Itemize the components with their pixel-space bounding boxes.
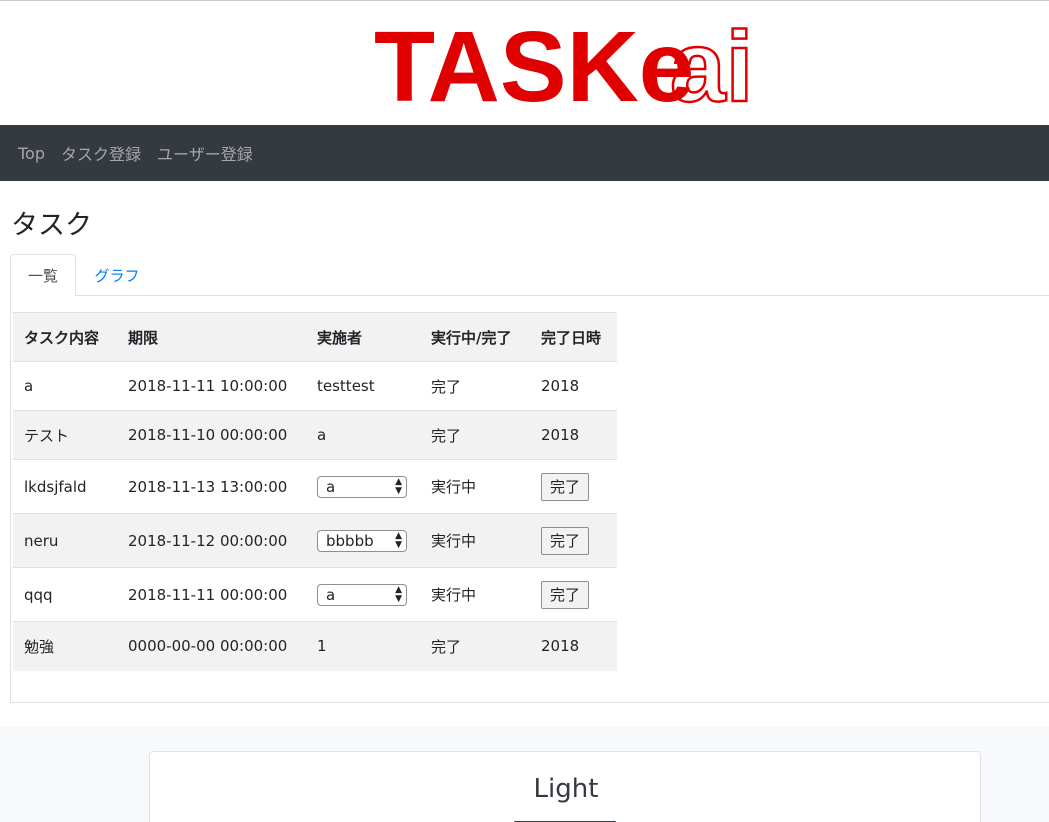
assignee-select[interactable]: bbbbb ▲ ▼ (317, 529, 407, 552)
cell-task: テスト (13, 410, 117, 460)
cell-task: lkdsjfald (13, 459, 117, 514)
cell-assignee: a ▲ ▼ (306, 567, 420, 622)
table-row: 勉強 0000-00-00 00:00:00 1 完了 2018 (13, 621, 617, 671)
select-arrows-icon: ▲ ▼ (395, 476, 402, 496)
header-assignee: 実施者 (306, 312, 420, 362)
cell-assignee: 1 (306, 621, 420, 671)
cell-deadline: 2018-11-11 00:00:00 (117, 567, 306, 622)
table-row: qqq 2018-11-11 00:00:00 a ▲ ▼ 実行中 完了 (13, 567, 617, 622)
tab-content: タスク内容 期限 実施者 実行中/完了 完了日時 a 2018-11-11 10… (10, 296, 1049, 703)
cell-completed: 2018 (530, 361, 617, 411)
svg-text:TASKe: TASKe (374, 11, 694, 117)
cell-task: qqq (13, 567, 117, 622)
assignee-select-value: bbbbb (326, 531, 374, 550)
table-row: テスト 2018-11-10 00:00:00 a 完了 2018 (13, 410, 617, 460)
cell-assignee: a (306, 410, 420, 460)
nav-task-register-link[interactable]: タスク登録 (61, 141, 141, 165)
tab-bar: 一覧 グラフ (10, 254, 1049, 297)
cell-assignee: a ▲ ▼ (306, 459, 420, 514)
cell-deadline: 2018-11-11 10:00:00 (117, 361, 306, 411)
cell-status: 実行中 (420, 513, 530, 568)
assignee-select[interactable]: a ▲ ▼ (317, 475, 407, 498)
page-title: タスク (11, 210, 92, 241)
select-arrows-icon: ▲ ▼ (395, 584, 402, 604)
assignee-select-value: a (326, 585, 336, 604)
table-row: lkdsjfald 2018-11-13 13:00:00 a ▲ ▼ 実行中 完了 (13, 459, 617, 514)
table-header-row: タスク内容 期限 実施者 実行中/完了 完了日時 (13, 312, 617, 362)
navbar: Top タスク登録 ユーザー登録 (0, 125, 1049, 181)
nav-top-link[interactable]: Top (18, 144, 45, 163)
cell-completed: 2018 (530, 410, 617, 460)
cell-status: 実行中 (420, 567, 530, 622)
cell-assignee: testtest (306, 361, 420, 411)
tab-graph[interactable]: グラフ (82, 254, 152, 296)
cell-status: 完了 (420, 410, 530, 460)
cell-status: 実行中 (420, 459, 530, 514)
table-row: neru 2018-11-12 00:00:00 bbbbb ▲ ▼ 実行中 完了 (13, 513, 617, 568)
complete-button[interactable]: 完了 (541, 472, 589, 501)
cell-assignee: bbbbb ▲ ▼ (306, 513, 420, 568)
card-title: Light (533, 774, 599, 804)
svg-text:ai: ai (670, 11, 753, 117)
cell-status: 完了 (420, 621, 530, 671)
light-card: Light (149, 751, 981, 822)
cell-task: neru (13, 513, 117, 568)
cell-completed: 完了 (530, 459, 617, 514)
cell-deadline: 2018-11-13 13:00:00 (117, 459, 306, 514)
cell-deadline: 0000-00-00 00:00:00 (117, 621, 306, 671)
header-task: タスク内容 (13, 312, 117, 362)
cell-deadline: 2018-11-10 00:00:00 (117, 410, 306, 460)
footer-area: Light (0, 727, 1049, 822)
nav-user-register-link[interactable]: ユーザー登録 (157, 141, 253, 165)
assignee-select-value: a (326, 477, 336, 496)
taskeai-logo: TASKe ai (374, 10, 755, 117)
cell-completed: 完了 (530, 567, 617, 622)
cell-task: a (13, 361, 117, 411)
cell-deadline: 2018-11-12 00:00:00 (117, 513, 306, 568)
complete-button[interactable]: 完了 (541, 580, 589, 609)
task-table: タスク内容 期限 実施者 実行中/完了 完了日時 a 2018-11-11 10… (13, 312, 617, 671)
header-deadline: 期限 (117, 312, 306, 362)
header-status: 実行中/完了 (420, 312, 530, 362)
cell-task: 勉強 (13, 621, 117, 671)
cell-completed: 完了 (530, 513, 617, 568)
select-arrows-icon: ▲ ▼ (395, 530, 402, 550)
cell-completed: 2018 (530, 621, 617, 671)
tab-list[interactable]: 一覧 (10, 254, 76, 297)
cell-status: 完了 (420, 361, 530, 411)
table-row: a 2018-11-11 10:00:00 testtest 完了 2018 (13, 361, 617, 411)
assignee-select[interactable]: a ▲ ▼ (317, 583, 407, 606)
header-completed: 完了日時 (530, 312, 617, 362)
header-logo-area: TASKe ai (0, 1, 1049, 125)
complete-button[interactable]: 完了 (541, 526, 589, 555)
